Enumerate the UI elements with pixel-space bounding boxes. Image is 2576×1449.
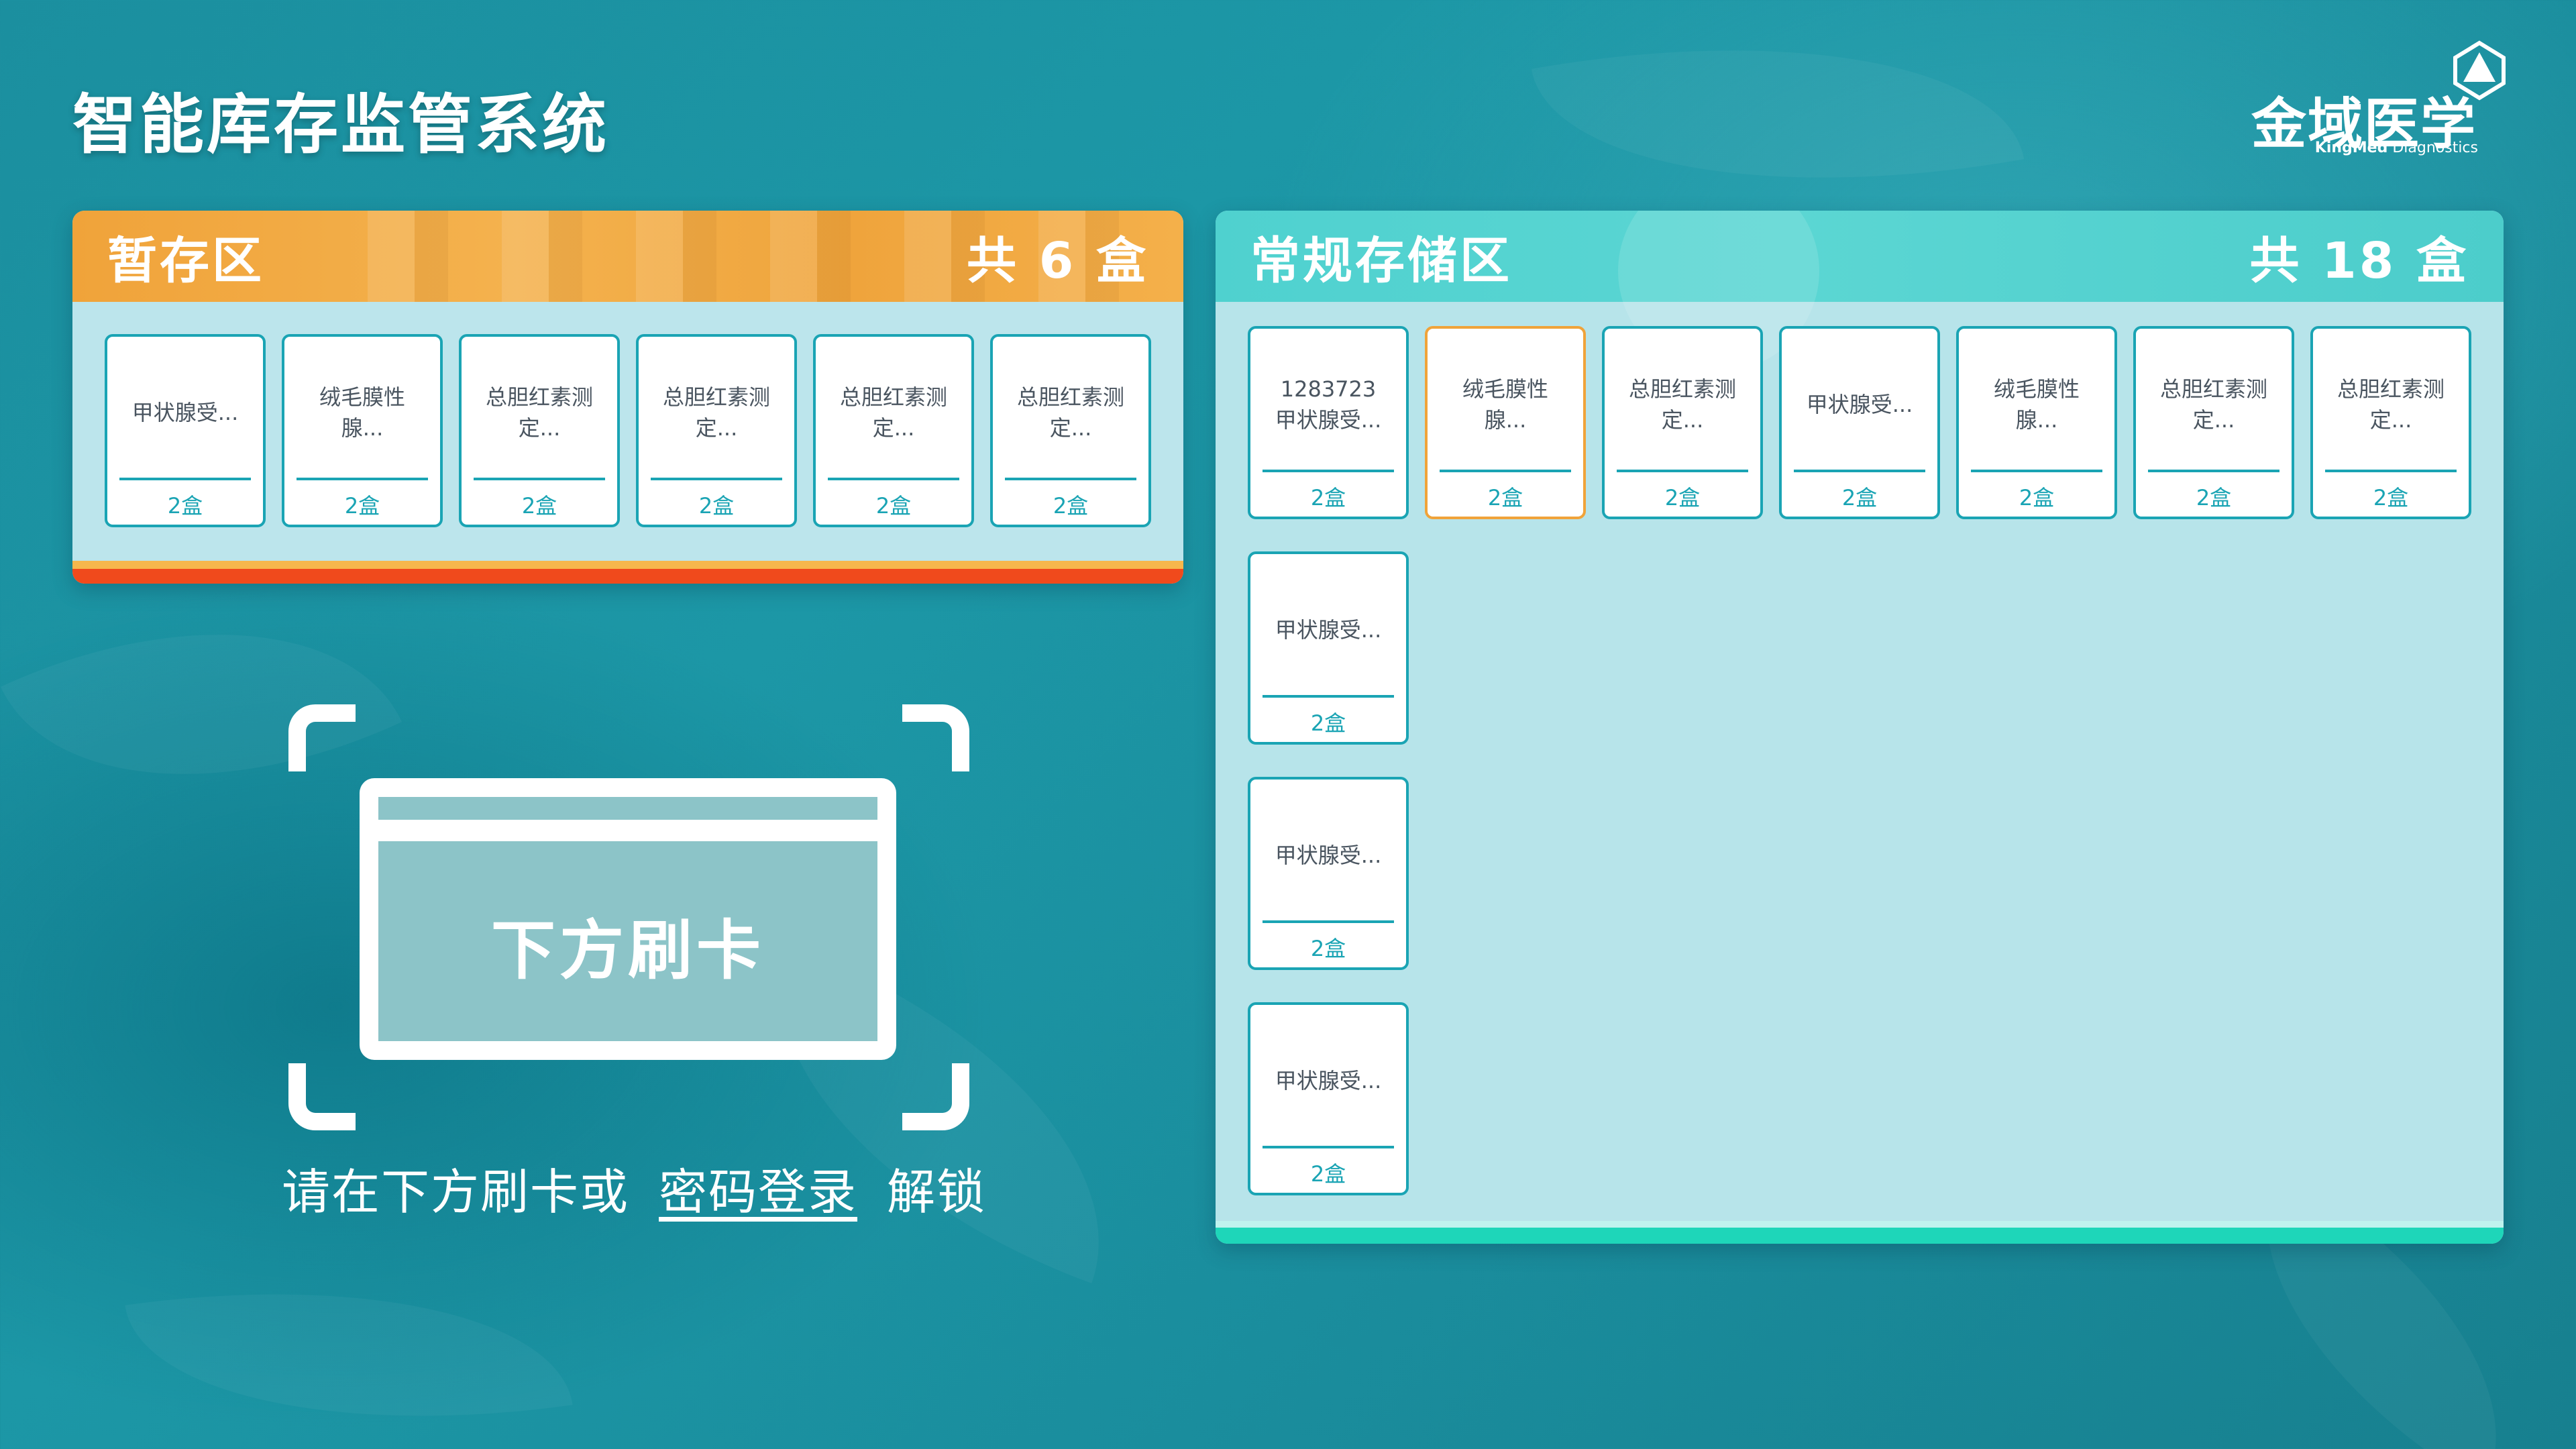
temp-zone-panel: 暂存区 共 6 盒 甲状腺受... 2盒 绒毛膜性 腺... 2盒 总胆红素测 定...… — [72, 211, 1183, 584]
reagent-card-name: 总胆红素测 定... — [485, 384, 593, 441]
reagent-card[interactable]: 总胆红素测 定... 2盒 — [459, 334, 620, 527]
reagent-card-divider — [474, 478, 605, 480]
reagent-card[interactable]: 甲状腺受... 2盒 — [105, 334, 266, 527]
reagent-card-name: 绒毛膜性 腺... — [319, 384, 405, 441]
reagent-card-quantity: 2盒 — [1841, 485, 1878, 511]
reagent-card-quantity: 2盒 — [167, 493, 203, 519]
reagent-card[interactable]: 绒毛膜性 腺... 2盒 — [1956, 326, 2117, 519]
reagent-card-quantity: 2盒 — [2019, 485, 2055, 511]
temp-zone-header: 暂存区 共 6 盒 — [72, 211, 1183, 302]
reagent-card-divider — [1794, 470, 1925, 472]
reagent-card-name: 总胆红素测 定... — [1628, 376, 1736, 433]
reagent-card-name: 甲状腺受... — [1806, 392, 1913, 417]
reagent-card-name: 甲状腺受... — [1275, 617, 1382, 643]
reagent-card-quantity: 2盒 — [875, 493, 912, 519]
reagent-card-quantity: 2盒 — [2196, 485, 2232, 511]
reagent-card[interactable]: 总胆红素测 定... 2盒 — [2133, 326, 2294, 519]
scan-corner-top-left — [288, 704, 356, 771]
reagent-card-quantity: 2盒 — [2373, 485, 2409, 511]
reagent-card-quantity: 2盒 — [1310, 485, 1346, 511]
reagent-card[interactable]: 甲状腺受... 2盒 — [1779, 326, 1940, 519]
swipe-card-area: 下方刷卡 — [288, 704, 969, 1130]
reagent-card[interactable]: 甲状腺受... 2盒 — [1248, 1002, 1409, 1195]
logo-subtext: KingMed Diagnostics — [2315, 140, 2478, 156]
reagent-card-quantity: 2盒 — [1310, 936, 1346, 961]
reagent-card-name: 总胆红素测 定... — [662, 384, 770, 441]
reagent-card-divider — [119, 478, 251, 480]
regular-zone-header: 常规存储区 共 18 盒 — [1216, 211, 2504, 372]
reagent-card-divider — [297, 478, 428, 480]
reagent-card[interactable]: 甲状腺受... 2盒 — [1248, 551, 1409, 745]
reagent-card[interactable]: 总胆红素测 定... 2盒 — [1602, 326, 1763, 519]
reagent-card-divider — [1263, 470, 1394, 472]
reagent-card[interactable]: 绒毛膜性 腺... 2盒 — [1425, 326, 1586, 519]
temp-zone-footer-bar — [72, 561, 1183, 584]
background-leaf — [1531, 0, 2025, 241]
reagent-card-divider — [1263, 1146, 1394, 1148]
reagent-card-divider — [1440, 470, 1571, 472]
reagent-card-name: 绒毛膜性 腺... — [1462, 376, 1548, 433]
regular-zone-panel: 常规存储区 共 18 盒 1283723 甲状腺受... 2盒 绒毛膜性 腺... 2… — [1216, 211, 2504, 1244]
app-title: 智能库存监管系统 — [72, 87, 609, 162]
reagent-card[interactable]: 总胆红素测 定... 2盒 — [990, 334, 1151, 527]
unlock-prompt-prefix: 请在下方刷卡或 — [282, 1164, 630, 1220]
reagent-card-divider — [2148, 470, 2279, 472]
password-login-link[interactable]: 密码登录 — [659, 1164, 857, 1220]
kingmed-logo: 金域医学 KingMed Diagnostics — [2251, 40, 2506, 161]
reagent-card-name: 总胆红素测 定... — [2337, 376, 2445, 433]
scan-corner-bottom-left — [288, 1063, 356, 1130]
reagent-card[interactable]: 总胆红素测 定... 2盒 — [2310, 326, 2471, 519]
reagent-card-quantity: 2盒 — [521, 493, 557, 519]
reagent-card-divider — [1971, 470, 2102, 472]
reagent-card-name: 总胆红素测 定... — [1016, 384, 1124, 441]
temp-zone-title: 暂存区 — [107, 231, 264, 290]
reagent-card-name: 1283723 甲状腺受... — [1275, 376, 1382, 433]
temp-zone-count: 共 6 盒 — [966, 231, 1148, 290]
unlock-prompt: 请在下方刷卡或 密码登录 解锁 — [282, 1152, 985, 1223]
background-leaf — [125, 1245, 573, 1449]
reagent-card[interactable]: 总胆红素测 定... 2盒 — [636, 334, 797, 527]
reagent-card-name: 绒毛膜性 腺... — [1993, 376, 2080, 433]
reagent-card-divider — [1263, 695, 1394, 698]
reagent-card-quantity: 2盒 — [1664, 485, 1701, 511]
reagent-card-quantity: 2盒 — [1310, 1161, 1346, 1187]
card-magnetic-stripe — [378, 820, 877, 841]
id-card-icon: 下方刷卡 — [360, 778, 896, 1060]
reagent-card-divider — [828, 478, 959, 480]
reagent-card-quantity: 2盒 — [1053, 493, 1089, 519]
reagent-card-divider — [1263, 920, 1394, 923]
logo-mark-icon — [2453, 40, 2506, 101]
regular-zone-count: 共 18 盒 — [2249, 231, 2469, 290]
swipe-card-label: 下方刷卡 — [491, 912, 765, 988]
unlock-prompt-suffix: 解锁 — [887, 1164, 987, 1220]
reagent-card-divider — [651, 478, 782, 480]
reagent-card-divider — [2325, 470, 2457, 472]
reagent-card-name: 甲状腺受... — [1275, 843, 1382, 868]
reagent-card-name: 总胆红素测 定... — [839, 384, 947, 441]
reagent-card-quantity: 2盒 — [344, 493, 380, 519]
reagent-card-quantity: 2盒 — [1487, 485, 1523, 511]
reagent-card-quantity: 2盒 — [698, 493, 735, 519]
reagent-card-name: 甲状腺受... — [1275, 1068, 1382, 1093]
reagent-card[interactable]: 绒毛膜性 腺... 2盒 — [282, 334, 443, 527]
reagent-card[interactable]: 甲状腺受... 2盒 — [1248, 777, 1409, 970]
scan-corner-top-right — [902, 704, 969, 771]
logo-subtext-rest: Diagnostics — [2392, 140, 2478, 156]
reagent-card[interactable]: 1283723 甲状腺受... 2盒 — [1248, 326, 1409, 519]
reagent-card-quantity: 2盒 — [1310, 710, 1346, 736]
logo-subtext-bold: KingMed — [2314, 140, 2388, 156]
reagent-card-divider — [1617, 470, 1748, 472]
regular-zone-title: 常规存储区 — [1250, 231, 1512, 290]
reagent-card-divider — [1005, 478, 1136, 480]
reagent-card-name: 总胆红素测 定... — [2159, 376, 2267, 433]
regular-zone-footer-bar — [1216, 1221, 2504, 1244]
reagent-card[interactable]: 总胆红素测 定... 2盒 — [813, 334, 974, 527]
reagent-card-name: 甲状腺受... — [131, 400, 239, 425]
scan-corner-bottom-right — [902, 1063, 969, 1130]
